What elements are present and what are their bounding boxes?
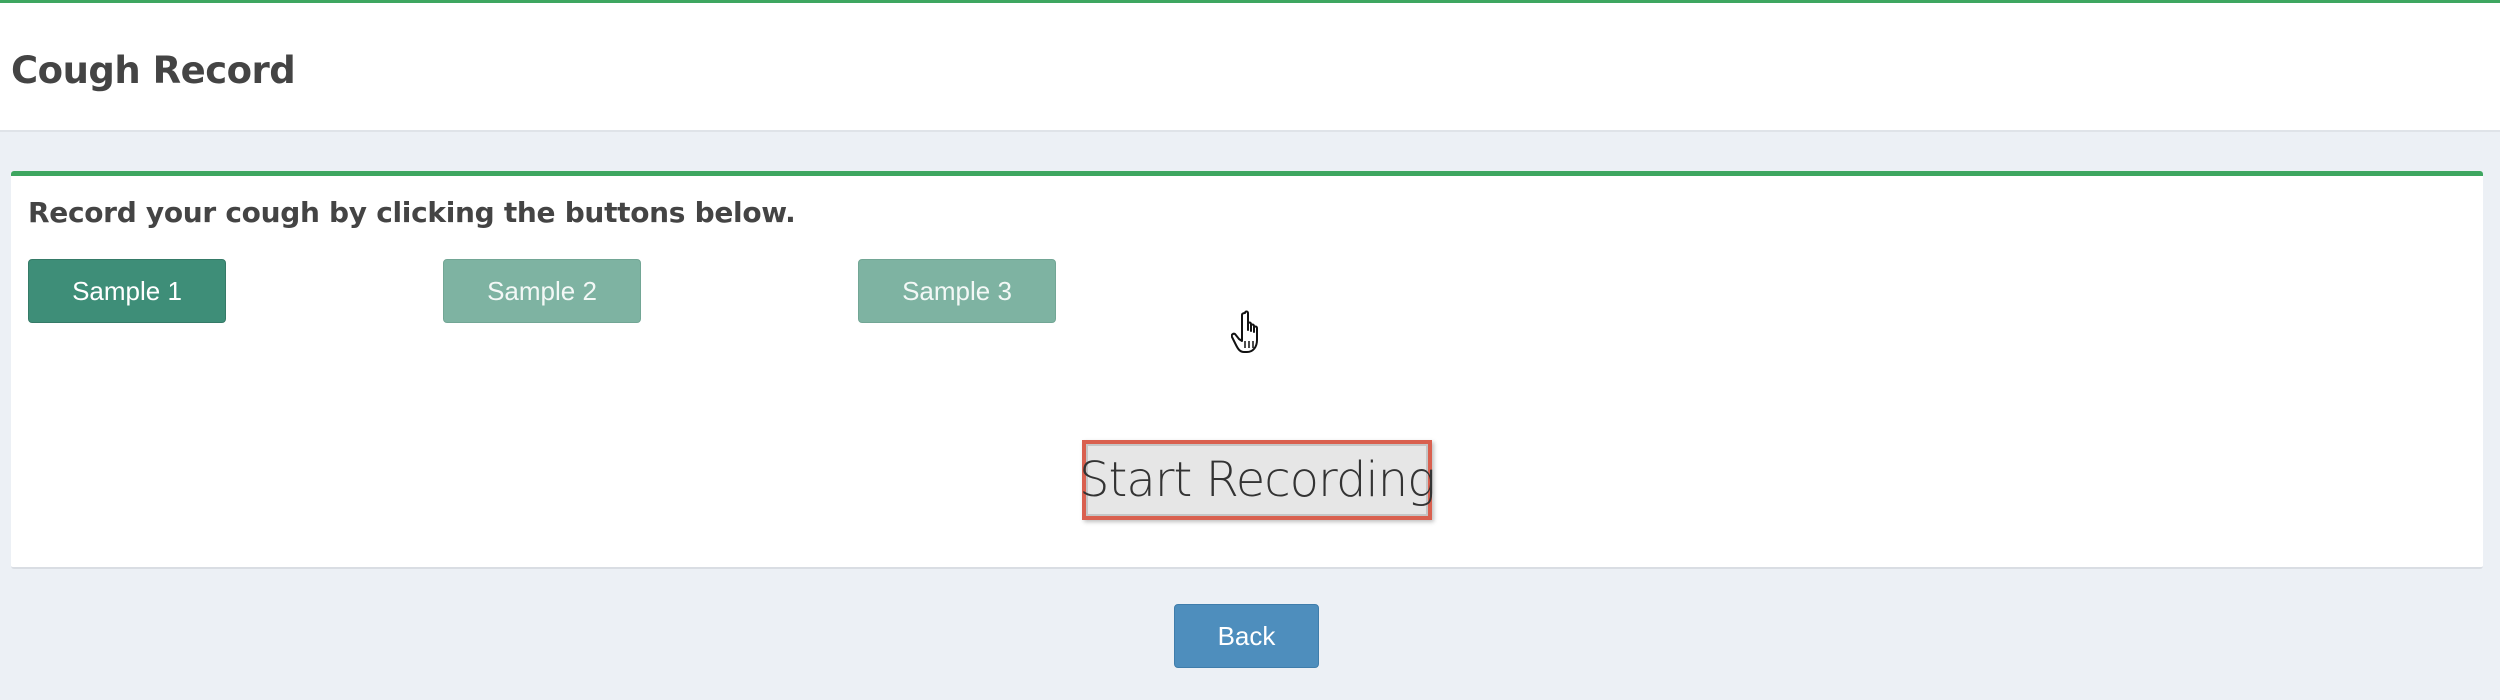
sample-1-button[interactable]: Sample 1 <box>28 259 226 323</box>
sample-3-button[interactable]: Sample 3 <box>858 259 1056 323</box>
record-panel: Record your cough by clicking the button… <box>11 171 2483 569</box>
start-recording-button[interactable]: Start Recording <box>1079 440 1436 520</box>
sample-2-button[interactable]: Sample 2 <box>443 259 641 323</box>
instruction-text: Record your cough by clicking the button… <box>28 196 796 229</box>
page-title: Cough Record <box>11 49 296 92</box>
back-button[interactable]: Back <box>1174 604 1319 668</box>
header-bar: Cough Record <box>0 0 2500 132</box>
